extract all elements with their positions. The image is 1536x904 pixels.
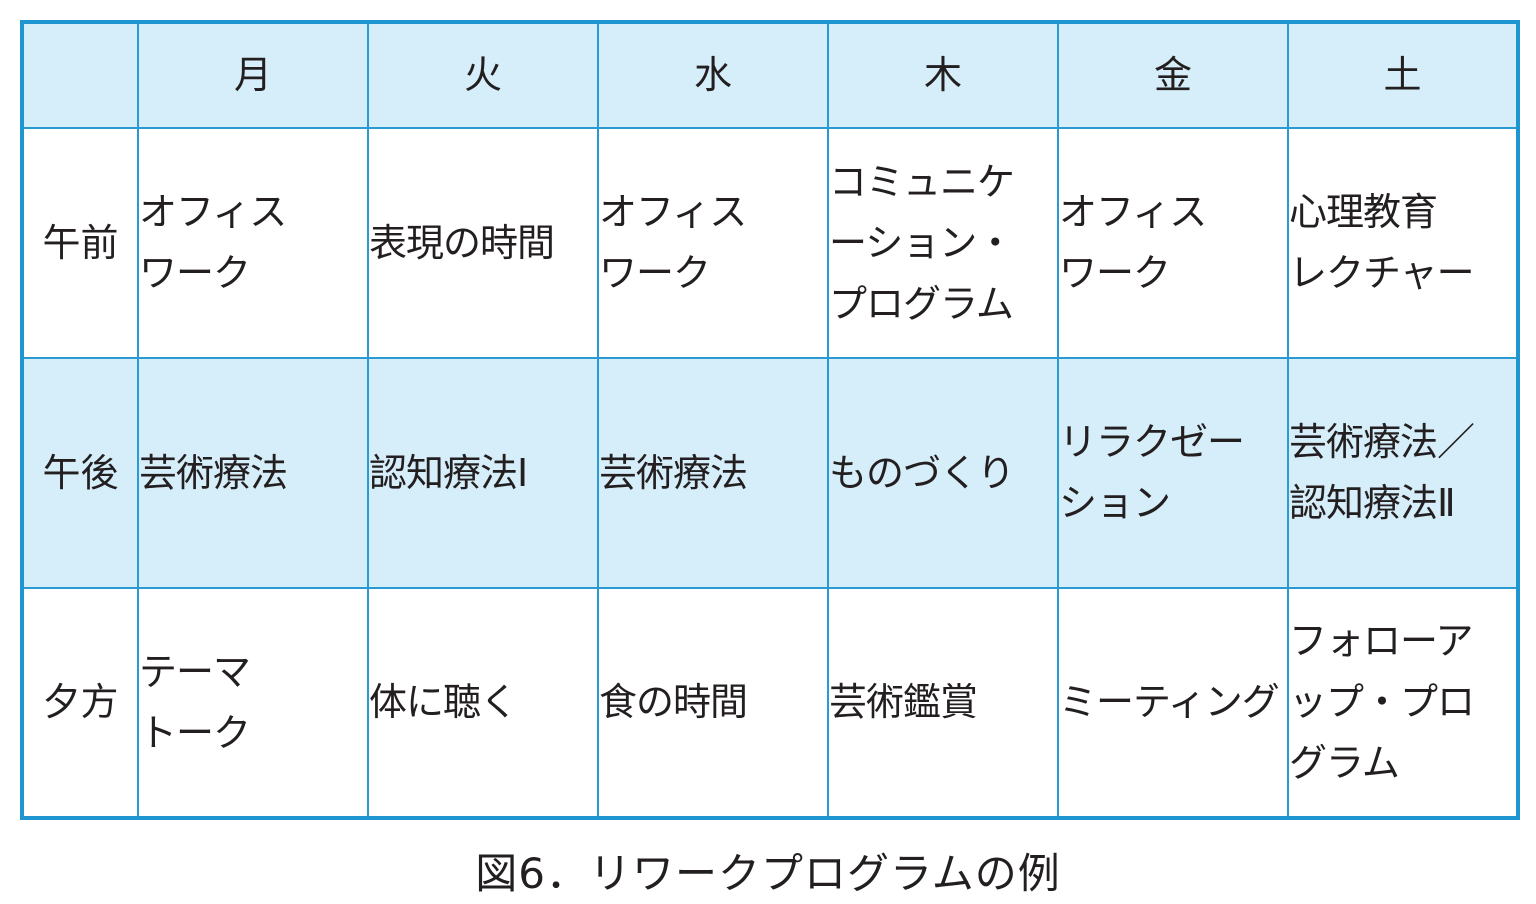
day-header-thu: 木: [827, 21, 1059, 129]
program-cell: テーマ トーク: [137, 587, 369, 819]
program-cell: 芸術療法: [597, 357, 829, 589]
day-header-fri: 金: [1057, 21, 1289, 129]
period-label-evening: 夕方: [21, 587, 139, 819]
period-label-afternoon: 午後: [21, 357, 139, 589]
program-cell: コミュニケ ーション・ プログラム: [827, 127, 1059, 359]
program-cell: 芸術療法／ 認知療法Ⅱ: [1287, 357, 1519, 589]
program-cell: リラクゼー ション: [1057, 357, 1289, 589]
program-cell: 認知療法Ⅰ: [367, 357, 599, 589]
table-row-morning: 午前 オフィス ワーク 表現の時間 オフィス ワーク コミュニケ ーション・ プ…: [21, 127, 1519, 359]
header-row: 月 火 水 木 金 土: [21, 21, 1519, 129]
program-cell: オフィス ワーク: [1057, 127, 1289, 359]
program-cell: 芸術鑑賞: [827, 587, 1059, 819]
rework-schedule-table: 月 火 水 木 金 土 午前 オフィス ワーク 表現の時間 オフィス ワーク コ…: [20, 20, 1520, 820]
program-cell: オフィス ワーク: [597, 127, 829, 359]
program-cell: ものづくり: [827, 357, 1059, 589]
program-cell: オフィス ワーク: [137, 127, 369, 359]
program-cell: 体に聴く: [367, 587, 599, 819]
program-cell: 食の時間: [597, 587, 829, 819]
program-cell: 芸術療法: [137, 357, 369, 589]
program-cell: 心理教育 レクチャー: [1287, 127, 1519, 359]
day-header-sat: 土: [1287, 21, 1519, 129]
figure-caption: 図6．リワークプログラムの例: [475, 849, 1061, 898]
period-label-morning: 午前: [21, 127, 139, 359]
day-header-mon: 月: [137, 21, 369, 129]
table-row-evening: 夕方 テーマ トーク 体に聴く 食の時間 芸術鑑賞 ミーティング フォローア ッ…: [21, 587, 1519, 819]
program-cell: ミーティング: [1057, 587, 1289, 819]
program-cell: 表現の時間: [367, 127, 599, 359]
day-header-wed: 水: [597, 21, 829, 129]
day-header-tue: 火: [367, 21, 599, 129]
program-cell: フォローア ップ・プロ グラム: [1287, 587, 1519, 819]
corner-cell: [21, 21, 139, 129]
table-row-afternoon: 午後 芸術療法 認知療法Ⅰ 芸術療法 ものづくり リラクゼー ション 芸術療法／…: [21, 357, 1519, 589]
